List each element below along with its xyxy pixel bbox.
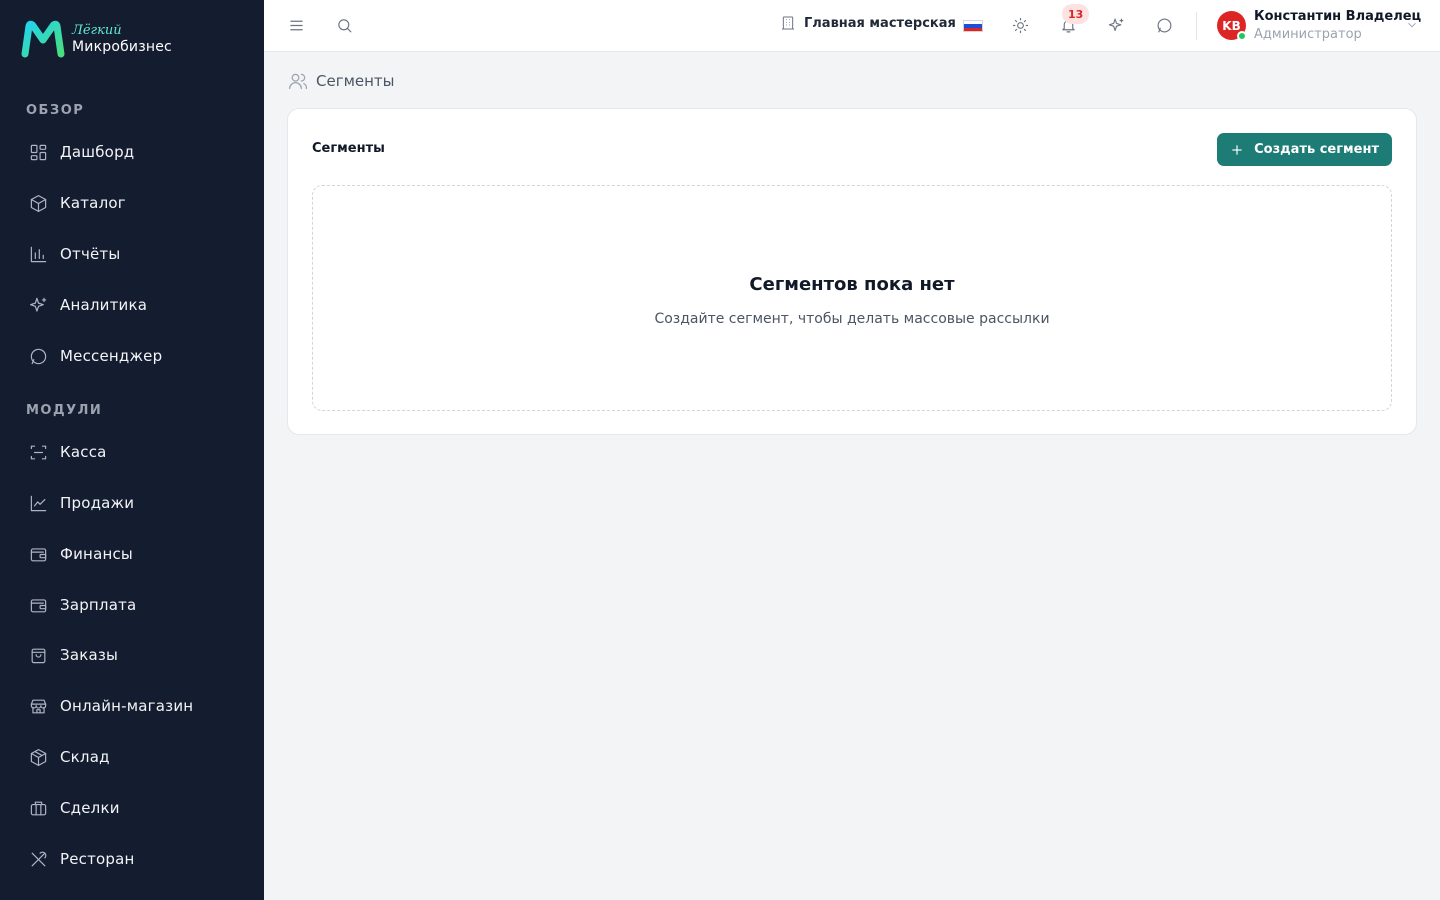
segments-card: Сегменты Создать сегмент Сегментов пока … <box>287 108 1417 435</box>
sparkles-icon <box>28 295 48 315</box>
logo[interactable]: Лёгкий Микробизнес <box>20 20 172 58</box>
sidebar-item-dashboard[interactable]: Дашборд <box>28 140 134 164</box>
sidebar-item-messenger[interactable]: Мессенджер <box>28 344 162 368</box>
sidebar-item-finance[interactable]: Финансы <box>28 542 133 566</box>
catalog-icon <box>28 193 48 213</box>
search-icon <box>337 18 351 32</box>
messages-button[interactable] <box>1153 14 1175 36</box>
sidebar-item-catalog[interactable]: Каталог <box>28 191 126 215</box>
section-title-modules: МОДУЛИ <box>26 403 103 418</box>
scan-icon <box>28 442 48 462</box>
create-segment-label: Создать сегмент <box>1254 142 1379 157</box>
sidebar-item-label: Каталог <box>60 194 126 212</box>
briefcase-icon <box>28 798 48 818</box>
wallet-icon <box>28 595 48 615</box>
topbar: Главная мастерская 13 KB Константин Влад… <box>264 0 1440 52</box>
empty-state-title: Сегментов пока нет <box>749 274 955 295</box>
line-chart-icon <box>28 493 48 513</box>
sidebar-item-label: Продажи <box>60 494 135 512</box>
sidebar-item-label: Аналитика <box>60 296 148 314</box>
sidebar-item-label: Зарплата <box>60 596 137 614</box>
language-flag-button[interactable] <box>963 20 983 32</box>
card-title: Сегменты <box>312 141 385 156</box>
wallet-icon <box>28 544 48 564</box>
sidebar-item-label: Касса <box>60 443 107 461</box>
users-icon <box>289 73 307 90</box>
user-name[interactable]: Константин Владелец <box>1254 9 1421 24</box>
chat-icon <box>1157 18 1171 32</box>
sidebar-item-label: Дашборд <box>60 143 135 161</box>
sidebar-item-warehouse[interactable]: Склад <box>28 745 110 769</box>
utensils-icon <box>28 849 48 869</box>
topbar-divider <box>1196 12 1197 40</box>
sidebar-item-orders[interactable]: Заказы <box>28 643 118 667</box>
sidebar-item-sales[interactable]: Продажи <box>28 491 134 515</box>
user-menu-toggle[interactable] <box>1405 17 1419 31</box>
logo-mark-icon <box>21 20 65 58</box>
brand-name: Микробизнес <box>72 39 172 55</box>
bar-chart-icon <box>28 244 48 264</box>
notifications-badge: 13 <box>1062 4 1090 24</box>
sidebar-item-restaurant[interactable]: Ресторан <box>28 847 135 871</box>
sidebar-item-analytics[interactable]: Аналитика <box>28 293 147 317</box>
ai-assistant-button[interactable] <box>1105 14 1127 36</box>
sidebar-item-label: Финансы <box>60 545 133 563</box>
breadcrumb: Сегменты <box>288 71 395 91</box>
plus-icon <box>1232 144 1242 155</box>
workshop-selector[interactable]: Главная мастерская <box>780 15 956 31</box>
sidebar-item-reports[interactable]: Отчёты <box>28 242 120 266</box>
sidebar-item-label: Сделки <box>60 799 120 817</box>
empty-state-subtitle: Создайте сегмент, чтобы делать массовые … <box>654 311 1050 327</box>
section-title-overview: ОБЗОР <box>26 103 85 118</box>
sun-icon <box>1012 17 1028 33</box>
sidebar-item-label: Онлайн-магазин <box>60 697 194 715</box>
menu-icon <box>289 20 303 30</box>
create-segment-button[interactable]: Создать сегмент <box>1217 133 1392 166</box>
sidebar-item-label: Отчёты <box>60 245 121 263</box>
workshop-name: Главная мастерская <box>804 15 956 31</box>
shopping-bag-icon <box>28 645 48 665</box>
theme-toggle-button[interactable] <box>1009 14 1031 36</box>
sidebar: Лёгкий Микробизнес ОБЗОР Дашборд Каталог… <box>0 0 264 900</box>
sidebar-item-online-store[interactable]: Онлайн-магазин <box>28 694 193 718</box>
breadcrumb-current: Сегменты <box>316 72 395 90</box>
search-button[interactable] <box>333 14 355 36</box>
sidebar-item-payroll[interactable]: Зарплата <box>28 593 136 617</box>
brand-tagline: Лёгкий <box>72 23 122 38</box>
dashboard-icon <box>28 142 48 162</box>
empty-state: Сегментов пока нет Создайте сегмент, что… <box>312 185 1392 411</box>
user-role: Администратор <box>1254 27 1362 42</box>
sparkles-icon <box>1108 18 1123 31</box>
package-icon <box>28 747 48 767</box>
building-icon <box>782 16 794 30</box>
online-status-dot <box>1237 31 1247 41</box>
menu-toggle-button[interactable] <box>285 14 307 36</box>
store-icon <box>28 696 48 716</box>
chevron-down-icon <box>1408 22 1416 28</box>
sidebar-item-label: Ресторан <box>60 850 135 868</box>
sidebar-item-pos[interactable]: Касса <box>28 440 107 464</box>
sidebar-item-label: Склад <box>60 748 110 766</box>
chat-icon <box>28 346 48 366</box>
sidebar-item-label: Мессенджер <box>60 347 163 365</box>
sidebar-item-deals[interactable]: Сделки <box>28 796 120 820</box>
sidebar-item-label: Заказы <box>60 646 119 664</box>
